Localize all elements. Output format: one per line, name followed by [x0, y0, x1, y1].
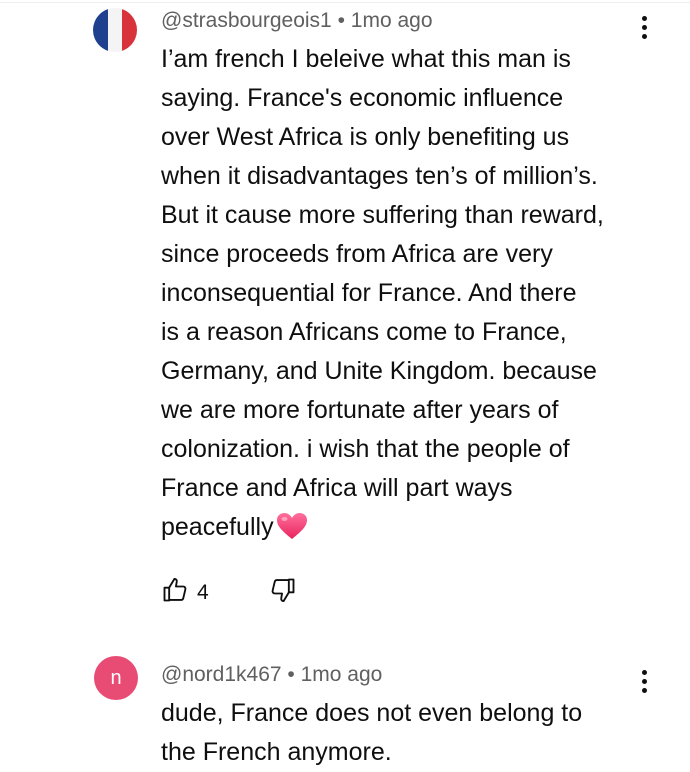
comment-menu-button[interactable]: [632, 12, 656, 42]
avatar[interactable]: n: [94, 656, 138, 700]
comment-text: I’am french I beleive what this man is s…: [161, 40, 661, 552]
separator-dot: •: [337, 9, 345, 32]
avatar[interactable]: [93, 8, 137, 52]
comment-meta: @nord1k467 • 1mo ago: [161, 663, 382, 687]
comment-text-content: I’am french I beleive what this man is s…: [161, 45, 604, 541]
more-vert-icon: [641, 15, 647, 39]
separator-dot: •: [287, 663, 295, 686]
comment-actions: 4: [161, 576, 297, 609]
comment-item: @strasbourgeois1 • 1mo ago I’am french I…: [0, 0, 690, 620]
comment-menu-button[interactable]: [632, 666, 656, 696]
thumb-down-icon: [269, 576, 297, 609]
more-vert-icon: [641, 669, 647, 693]
author-handle[interactable]: @strasbourgeois1: [161, 9, 332, 32]
comment-text: dude, France does not even belong to the…: [161, 694, 661, 772]
comment-time: 1mo ago: [300, 663, 383, 686]
heart-emoji: [276, 512, 308, 552]
dislike-button[interactable]: [269, 576, 297, 609]
like-count: 4: [197, 580, 209, 604]
avatar-letter: n: [110, 666, 122, 689]
thumb-up-icon: [161, 576, 189, 609]
comment-time: 1mo ago: [350, 9, 433, 32]
french-flag-avatar: [93, 8, 137, 52]
comment-text-content: dude, France does not even belong to the…: [161, 699, 583, 766]
comment-meta: @strasbourgeois1 • 1mo ago: [161, 9, 433, 33]
like-button[interactable]: 4: [161, 576, 209, 609]
comment-item: n @nord1k467 • 1mo ago dude, France does…: [0, 640, 690, 769]
author-handle[interactable]: @nord1k467: [161, 663, 282, 686]
